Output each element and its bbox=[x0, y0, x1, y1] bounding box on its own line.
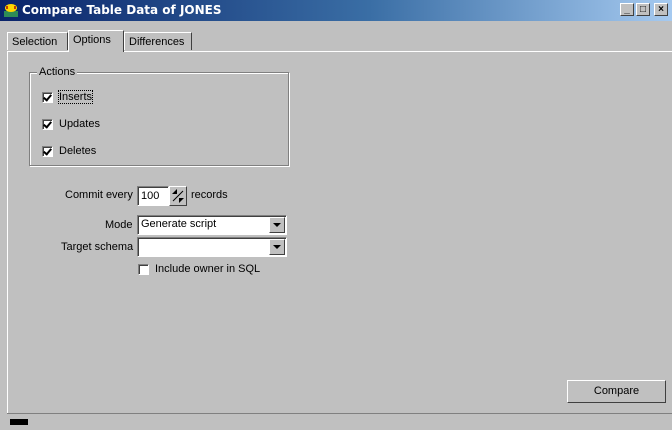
deletes-label: Deletes bbox=[59, 145, 97, 157]
minimize-icon: _ bbox=[624, 4, 630, 15]
title-bar[interactable]: Compare Table Data of JONES _ □ × bbox=[0, 0, 672, 21]
inserts-label: Inserts bbox=[57, 90, 94, 104]
commit-every-label: Commit every bbox=[65, 189, 133, 201]
minimize-button[interactable]: _ bbox=[620, 3, 634, 16]
updates-label: Updates bbox=[59, 118, 100, 130]
window-title: Compare Table Data of JONES bbox=[22, 3, 222, 17]
include-owner-row[interactable]: Include owner in SQL bbox=[138, 262, 260, 276]
inserts-checkbox-row[interactable]: Inserts bbox=[42, 90, 94, 104]
close-icon: × bbox=[658, 4, 664, 15]
records-label: records bbox=[191, 189, 228, 201]
tab-differences[interactable]: Differences bbox=[124, 32, 192, 50]
close-button[interactable]: × bbox=[654, 3, 668, 16]
mode-dropdown-arrow-icon[interactable] bbox=[269, 217, 285, 233]
deletes-checkbox-row[interactable]: Deletes bbox=[42, 144, 96, 158]
updates-checkbox[interactable] bbox=[42, 118, 53, 130]
compare-button[interactable]: Compare bbox=[567, 380, 666, 403]
include-owner-label: Include owner in SQL bbox=[155, 263, 261, 275]
tab-options[interactable]: Options bbox=[68, 30, 124, 52]
status-bar bbox=[7, 413, 672, 430]
deletes-checkbox[interactable] bbox=[42, 145, 53, 157]
target-schema-select[interactable] bbox=[137, 237, 287, 257]
spinner-arrows-icon bbox=[172, 189, 184, 203]
commit-spinner[interactable] bbox=[169, 186, 187, 206]
maximize-button[interactable]: □ bbox=[636, 3, 650, 16]
maximize-icon: □ bbox=[639, 4, 647, 15]
target-schema-label: Target schema bbox=[61, 241, 134, 253]
actions-group-label: Actions bbox=[37, 66, 78, 78]
compare-button-label: Compare bbox=[593, 385, 640, 397]
tab-options-label: Options bbox=[73, 34, 111, 46]
status-indicator bbox=[10, 419, 28, 425]
mode-select-value: Generate script bbox=[141, 218, 217, 230]
app-icon bbox=[3, 3, 19, 18]
inserts-checkbox[interactable] bbox=[42, 91, 53, 103]
commit-count-input[interactable] bbox=[137, 186, 169, 206]
mode-select[interactable]: Generate script bbox=[137, 215, 287, 235]
tab-selection[interactable]: Selection bbox=[7, 32, 68, 50]
mode-label: Mode bbox=[105, 219, 133, 231]
tab-differences-label: Differences bbox=[129, 36, 185, 48]
tab-selection-label: Selection bbox=[12, 36, 58, 48]
include-owner-checkbox[interactable] bbox=[138, 263, 149, 275]
updates-checkbox-row[interactable]: Updates bbox=[42, 117, 100, 131]
target-schema-dropdown-arrow-icon[interactable] bbox=[269, 239, 285, 255]
